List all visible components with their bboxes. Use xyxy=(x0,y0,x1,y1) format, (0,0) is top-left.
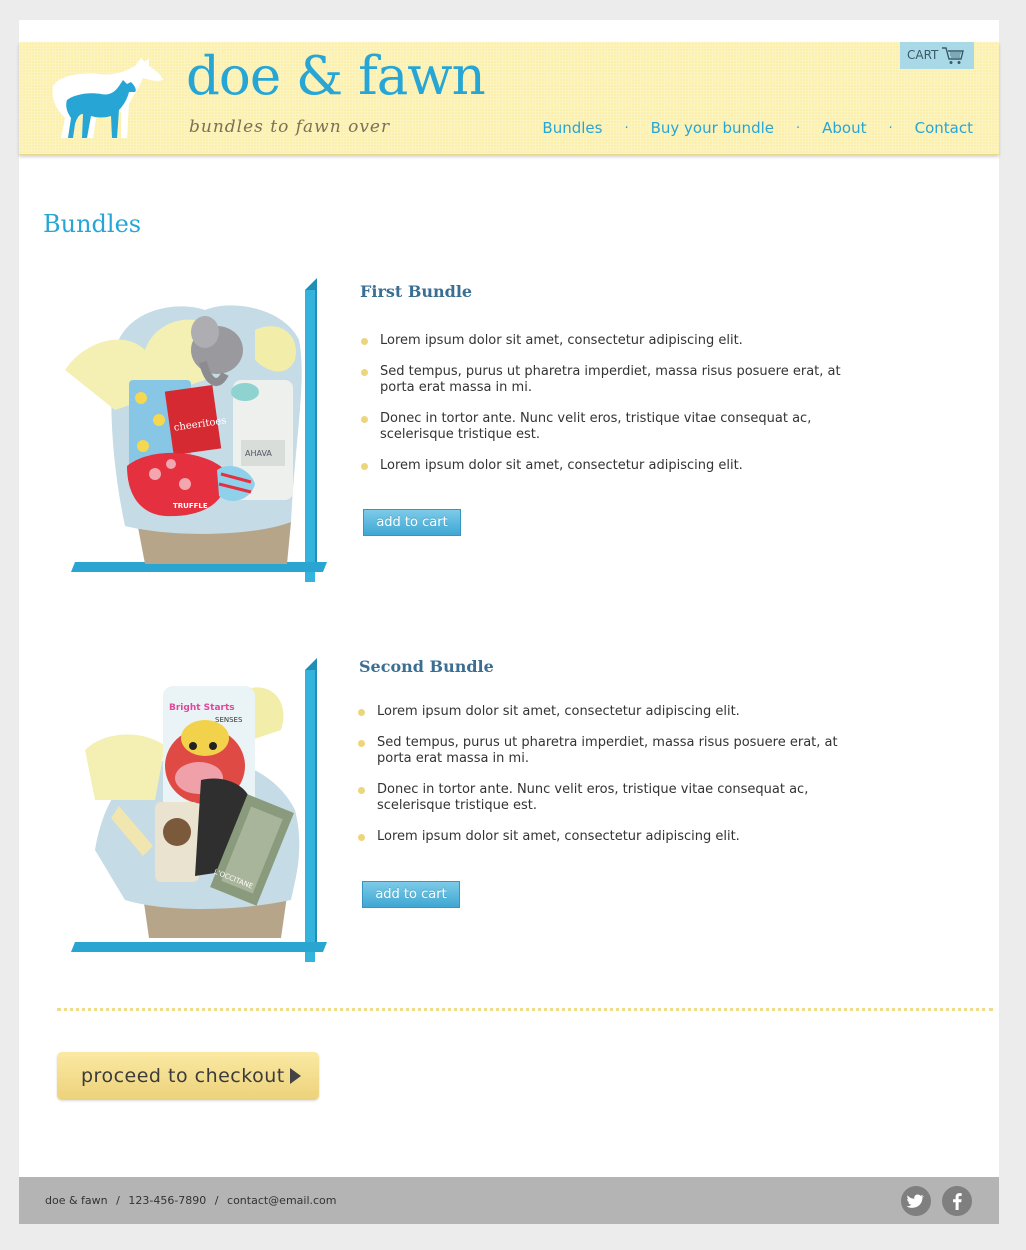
facebook-icon[interactable] xyxy=(942,1186,972,1216)
nav-item-bundles[interactable]: Bundles xyxy=(542,119,602,137)
nav-separator: · xyxy=(888,120,893,136)
footer-phone: 123-456-7890 xyxy=(128,1194,207,1207)
page-title: Bundles xyxy=(43,210,142,238)
proceed-to-checkout-button[interactable]: proceed to checkout xyxy=(57,1052,319,1100)
nav-item-buy-your-bundle[interactable]: Buy your bundle xyxy=(651,119,774,137)
image-label: TRUFFLE xyxy=(173,502,208,510)
footer-separator: / xyxy=(116,1194,120,1207)
cart-icon xyxy=(942,47,964,64)
site-header: doe & fawn bundles to fawn over CART Bun… xyxy=(19,42,999,155)
footer-company: doe & fawn xyxy=(45,1194,108,1207)
list-item: Sed tempus, purus ut pharetra imperdiet,… xyxy=(358,735,858,767)
footer-email[interactable]: contact@email.com xyxy=(227,1194,337,1207)
add-to-cart-button[interactable]: add to cart xyxy=(363,509,461,536)
list-item: Donec in tortor ante. Nunc velit eros, t… xyxy=(361,411,861,443)
bundle-image: cheeritoes AHAVA TRUFFLE xyxy=(65,278,327,582)
list-item: Lorem ipsum dolor sit amet, consectetur … xyxy=(358,704,858,720)
bundle-title: First Bundle xyxy=(360,282,473,301)
bundle-feature-list: Lorem ipsum dolor sit amet, consectetur … xyxy=(358,704,858,860)
list-item: Lorem ipsum dolor sit amet, consectetur … xyxy=(358,829,858,845)
brand-name[interactable]: doe & fawn xyxy=(186,46,486,107)
nav-item-about[interactable]: About xyxy=(822,119,866,137)
list-item: Lorem ipsum dolor sit amet, consectetur … xyxy=(361,458,861,474)
nav-separator: · xyxy=(796,120,801,136)
arrow-right-icon xyxy=(290,1068,301,1084)
footer-info: doe & fawn / 123-456-7890 / contact@emai… xyxy=(45,1194,337,1207)
site-footer: doe & fawn / 123-456-7890 / contact@emai… xyxy=(19,1177,999,1224)
footer-separator: / xyxy=(214,1194,219,1207)
image-label: AHAVA xyxy=(245,449,272,458)
deer-logo-icon[interactable] xyxy=(45,56,167,140)
cart-label: CART xyxy=(907,48,939,62)
add-to-cart-button[interactable]: add to cart xyxy=(362,881,460,908)
list-item: Lorem ipsum dolor sit amet, consectetur … xyxy=(361,333,861,349)
checkout-label: proceed to checkout xyxy=(81,1065,285,1087)
bundle-image: Bright Starts SENSES L'OCCITANE xyxy=(71,658,327,962)
dotted-divider xyxy=(57,1008,993,1011)
bundle-feature-list: Lorem ipsum dolor sit amet, consectetur … xyxy=(361,333,861,489)
list-item: Donec in tortor ante. Nunc velit eros, t… xyxy=(358,782,858,814)
twitter-icon[interactable] xyxy=(901,1186,931,1216)
page: doe & fawn bundles to fawn over CART Bun… xyxy=(19,20,999,1224)
nav-separator: · xyxy=(624,120,629,136)
brand-tagline: bundles to fawn over xyxy=(189,117,391,137)
image-label: SENSES xyxy=(215,716,243,724)
nav-item-contact[interactable]: Contact xyxy=(915,119,973,137)
list-item: Sed tempus, purus ut pharetra imperdiet,… xyxy=(361,364,861,396)
image-label: Bright Starts xyxy=(169,703,235,713)
bundle-title: Second Bundle xyxy=(359,657,494,676)
cart-button[interactable]: CART xyxy=(900,42,974,69)
main-nav: Bundles · Buy your bundle · About · Cont… xyxy=(542,119,973,137)
